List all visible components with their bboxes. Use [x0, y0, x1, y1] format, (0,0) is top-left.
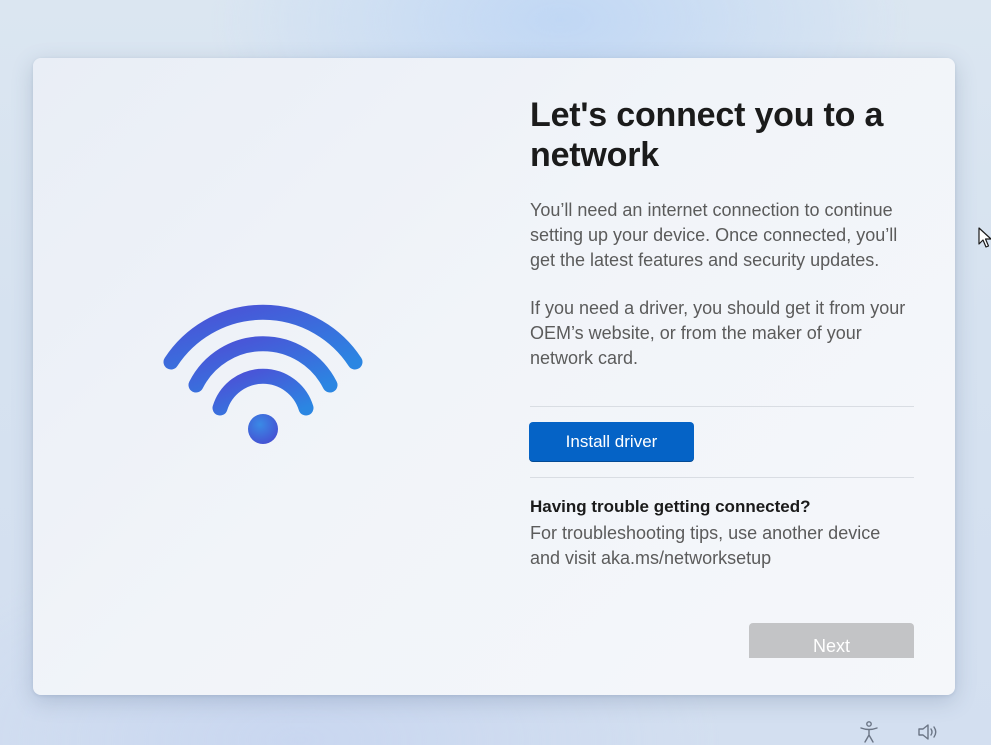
page-title: Let's connect you to a network [530, 96, 884, 174]
next-button: Next [749, 623, 914, 658]
trouble-heading: Having trouble getting connected? [530, 497, 811, 516]
oobe-network-dialog: Let's connect you to a network You’ll ne… [33, 58, 955, 695]
accessibility-icon[interactable] [857, 720, 881, 744]
divider [530, 406, 914, 407]
wifi-icon [163, 304, 363, 444]
driver-note-text: If you need a driver, you should get it … [530, 298, 906, 368]
description-text: You’ll need an internet connection to co… [530, 200, 898, 270]
divider [530, 477, 914, 478]
trouble-text: For troubleshooting tips, use another de… [530, 523, 881, 568]
content-panel: Let's connect you to a network You’ll ne… [529, 58, 914, 695]
install-driver-button[interactable]: Install driver [529, 422, 694, 462]
volume-icon[interactable] [916, 720, 940, 744]
mouse-cursor-icon [978, 227, 991, 248]
